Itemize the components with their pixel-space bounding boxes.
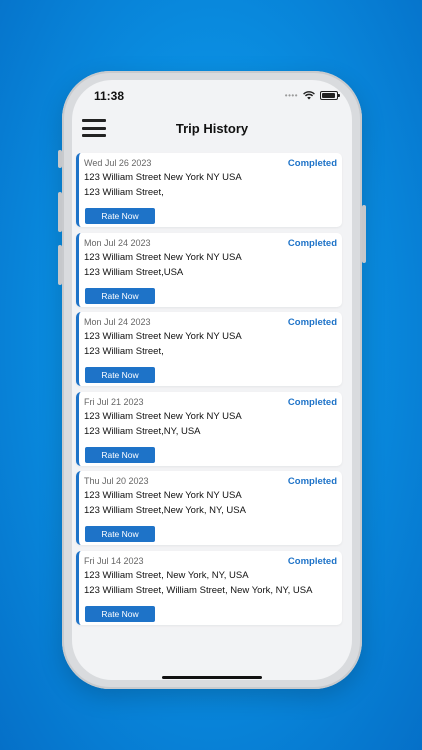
trip-dropoff-address: 123 William Street, William Street, New … (84, 584, 313, 596)
trip-status-badge: Completed (287, 317, 337, 329)
trip-card[interactable]: Mon Jul 24 2023 Completed 123 William Stre… (76, 312, 342, 387)
cellular-signal-icon: •••• (284, 91, 298, 100)
trip-pickup-address: 123 William Street, New York, NY, USA (84, 569, 249, 581)
mute-switch (58, 150, 62, 168)
phone-screen: 11:38 •••• Trip History Wed Jul 26 2023 C… (72, 80, 352, 680)
rate-now-button[interactable]: Rate Now (85, 605, 155, 622)
power-button (362, 205, 366, 263)
rate-now-button[interactable]: Rate Now (85, 446, 155, 463)
trip-pickup-address: 123 William Street New York NY USA (84, 172, 242, 183)
rate-now-button[interactable]: Rate Now (85, 208, 155, 224)
trip-date: Fri Jul 14 2023 (84, 555, 144, 566)
trip-status-badge: Completed (287, 158, 337, 169)
trip-card[interactable]: Thu Jul 20 2023 Completed 123 William Stre… (76, 471, 342, 546)
trip-card[interactable]: Wed Jul 26 2023 Completed 123 William Stre… (76, 153, 342, 227)
trip-status-badge: Completed (287, 396, 337, 408)
trip-pickup-address: 123 William Street New York NY USA (84, 490, 242, 502)
trip-pickup-address: 123 William Street New York NY USA (84, 410, 242, 422)
status-time: 11:38 (94, 89, 125, 103)
rate-now-button[interactable]: Rate Now (85, 287, 155, 304)
rate-now-button[interactable]: Rate Now (85, 367, 155, 384)
trip-date: Mon Jul 24 2023 (84, 317, 151, 328)
trip-date: Fri Jul 21 2023 (84, 396, 144, 407)
trip-dropoff-address: 123 William Street, (84, 346, 164, 358)
trip-status-badge: Completed (287, 237, 337, 249)
trip-dropoff-address: 123 William Street,NY, USA (84, 425, 201, 437)
trip-pickup-address: 123 William Street New York NY USA (84, 251, 242, 263)
volume-up-button (58, 192, 62, 232)
status-icons: •••• (284, 91, 340, 100)
wifi-icon (303, 91, 315, 100)
trip-dropoff-address: 123 William Street,New York, NY, USA (84, 505, 246, 517)
battery-icon (320, 91, 340, 100)
status-bar: 11:38 •••• (72, 80, 352, 114)
trip-status-badge: Completed (287, 476, 337, 488)
trip-dropoff-address: 123 William Street, (84, 187, 164, 198)
trip-card[interactable]: Mon Jul 24 2023 Completed 123 William Stre… (76, 232, 342, 307)
home-indicator (162, 676, 262, 679)
trip-pickup-address: 123 William Street New York NY USA (84, 331, 242, 343)
trip-dropoff-address: 123 William Street,USA (84, 266, 184, 278)
app-header: Trip History (72, 114, 352, 148)
rate-now-button[interactable]: Rate Now (85, 526, 155, 543)
trip-date: Thu Jul 20 2023 (84, 476, 149, 487)
trip-card[interactable]: Fri Jul 14 2023 Completed 123 William Stre… (76, 550, 342, 625)
page-title: Trip History (175, 121, 249, 136)
volume-down-button (58, 245, 62, 285)
trip-date: Mon Jul 24 2023 (84, 237, 151, 248)
trip-list: Wed Jul 26 2023 Completed 123 William Stre… (76, 153, 342, 631)
trip-card[interactable]: Fri Jul 21 2023 Completed 123 William Stre… (76, 391, 342, 466)
trip-date: Wed Jul 26 2023 (84, 158, 152, 168)
trip-status-badge: Completed (287, 555, 337, 567)
